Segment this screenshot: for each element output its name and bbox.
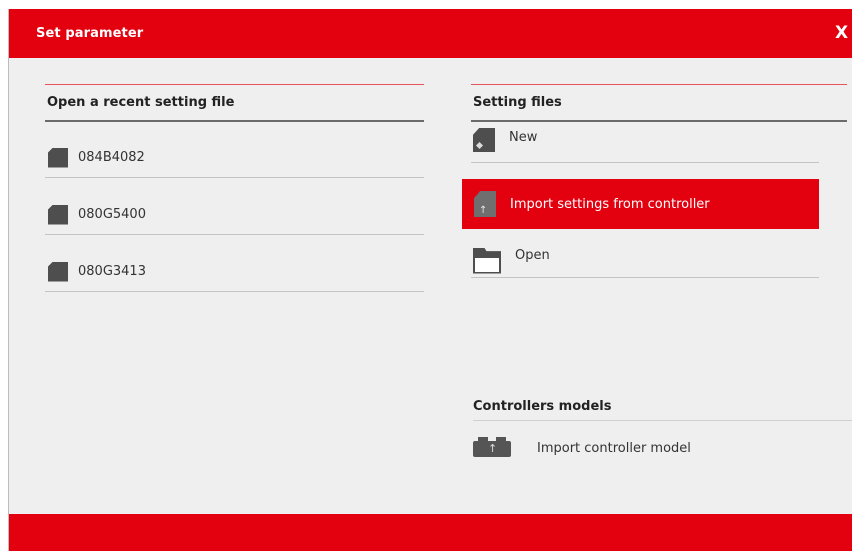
close-button[interactable]: X: [835, 22, 852, 44]
import-controller-model-button[interactable]: ↑ Import controller model: [471, 429, 831, 467]
controller-icon: ↑: [473, 437, 511, 459]
setting-files-heading: Setting files: [471, 84, 847, 122]
controllers-models-heading: Controllers models: [473, 397, 852, 421]
recent-files-heading: Open a recent setting file: [45, 84, 424, 122]
folder-icon: [473, 247, 501, 274]
set-parameter-dialog: Set parameter X Open a recent setting fi…: [8, 9, 852, 551]
import-settings-button[interactable]: Import settings from controller: [462, 179, 819, 229]
import-controller-model-label: Import controller model: [537, 440, 691, 456]
open-file-label: Open: [515, 248, 550, 263]
file-icon: [48, 204, 68, 225]
recent-file-item[interactable]: 084B4082: [45, 138, 424, 178]
file-icon: [48, 261, 68, 282]
recent-file-label: 084B4082: [78, 150, 145, 165]
new-file-button[interactable]: New: [471, 124, 819, 163]
new-file-icon: [473, 128, 495, 152]
open-file-button[interactable]: Open: [471, 238, 819, 278]
import-file-icon: [474, 191, 496, 217]
dialog-title: Set parameter: [36, 26, 144, 41]
import-settings-label: Import settings from controller: [510, 196, 710, 212]
file-icon: [48, 147, 68, 168]
new-file-label: New: [509, 129, 538, 145]
bottom-bar: [9, 514, 852, 551]
recent-file-label: 080G3413: [78, 264, 146, 279]
title-bar: Set parameter X: [9, 9, 852, 58]
recent-file-item[interactable]: 080G5400: [45, 195, 424, 235]
recent-file-label: 080G5400: [78, 207, 146, 222]
recent-file-item[interactable]: 080G3413: [45, 252, 424, 292]
